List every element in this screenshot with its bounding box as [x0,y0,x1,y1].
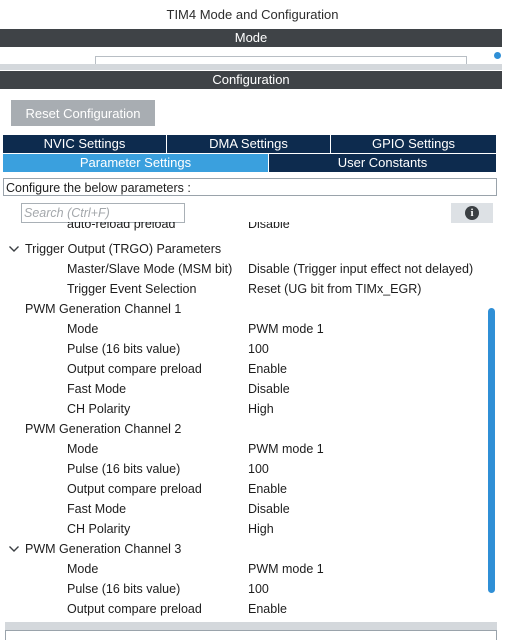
param-value[interactable]: High [248,399,274,419]
param-name: Output compare preload [67,602,202,616]
tree-group-row[interactable]: PWM Generation Channel 3 [0,539,487,559]
tree-param-row[interactable]: Output compare preload Enable [0,479,487,499]
param-name: Mode [67,562,99,576]
tree-group-row[interactable]: Trigger Output (TRGO) Parameters [0,239,487,259]
window-title: TIM4 Mode and Configuration [166,7,339,22]
search-input[interactable] [21,203,185,223]
param-name: CH Polarity [67,522,131,536]
param-value[interactable]: Reset (UG bit from TIMx_EGR) [248,279,421,299]
param-name: Mode [67,442,99,456]
param-name: Pulse (16 bits value) [67,342,181,356]
tree-param-row[interactable]: Fast Mode Disable [0,379,487,399]
param-name: Fast Mode [67,382,127,396]
tree-param-row[interactable]: Pulse (16 bits value) 100 [0,579,487,599]
param-value[interactable]: Disable [248,379,290,399]
param-value[interactable]: Enable [248,599,287,619]
param-value[interactable]: 100 [248,459,269,479]
description-panel [5,630,497,640]
tree-param-row[interactable]: CH Polarity High [0,399,487,419]
tree-param-row[interactable]: Trigger Event Selection Reset (UG bit fro… [0,279,487,299]
divider [0,64,502,70]
tree-param-row[interactable]: Pulse (16 bits value) 100 [0,459,487,479]
info-button[interactable]: i [451,203,493,223]
param-name: Fast Mode [67,502,127,516]
info-circle-icon: i [465,206,479,220]
param-name: Pulse (16 bits value) [67,462,181,476]
parameters-description: Configure the below parameters : [3,178,497,196]
chevron-down-icon[interactable] [8,239,20,259]
param-name: CH Polarity [67,402,131,416]
divider [5,622,497,630]
param-name: Output compare preload [67,482,202,496]
configuration-section-header: Configuration [0,71,502,89]
tab-parameter-settings[interactable]: Parameter Settings [3,154,269,172]
param-value[interactable]: Disable (Trigger input effect not delaye… [248,259,473,279]
param-value[interactable]: High [248,519,274,539]
tree-group-row[interactable]: PWM Generation Channel 2 [0,419,487,439]
param-name: Master/Slave Mode (MSM bit) [67,262,233,276]
tab-user-constants[interactable]: User Constants [269,154,496,172]
parameter-scrollbar-thumb[interactable] [488,308,495,593]
tree-group-row[interactable]: PWM Generation Channel 1 [0,299,487,319]
tree-param-row[interactable]: Output compare preload Enable [0,359,487,379]
tab-dma-settings[interactable]: DMA Settings [167,135,331,153]
param-value[interactable]: 100 [248,579,269,599]
mode-section-header[interactable]: Mode [0,29,502,47]
tree-param-row[interactable]: Mode PWM mode 1 [0,559,487,579]
tree-param-row[interactable]: Mode PWM mode 1 [0,319,487,339]
tree-group-title: Trigger Output (TRGO) Parameters [25,242,222,256]
param-value[interactable]: Disable [248,222,290,234]
chevron-down-icon[interactable] [8,539,20,559]
tree-group-title: PWM Generation Channel 1 [25,302,182,316]
param-name: Trigger Event Selection [67,282,197,296]
param-name: Mode [67,322,99,336]
param-value[interactable]: PWM mode 1 [248,439,324,459]
tree-param-row[interactable]: CH Polarity High [0,519,487,539]
tree-param-row[interactable]: Fast Mode Disable [0,499,487,519]
param-value[interactable]: Disable [248,499,290,519]
param-name: Output compare preload [67,362,202,376]
mode-scrollbar-thumb[interactable] [494,52,501,59]
tree-group-title: PWM Generation Channel 3 [25,542,182,556]
tree-param-row[interactable]: Output compare preload Enable [0,599,487,619]
param-value[interactable]: PWM mode 1 [248,319,324,339]
param-name: auto-reload preload [67,222,176,231]
tree-group-title: PWM Generation Channel 2 [25,422,182,436]
tab-gpio-settings[interactable]: GPIO Settings [331,135,496,153]
tab-nvic-settings[interactable]: NVIC Settings [3,135,167,153]
param-value[interactable]: Enable [248,359,287,379]
tree-param-row[interactable]: Mode PWM mode 1 [0,439,487,459]
param-value[interactable]: 100 [248,339,269,359]
param-name: Pulse (16 bits value) [67,582,181,596]
tree-param-row[interactable]: Pulse (16 bits value) 100 [0,339,487,359]
reset-configuration-button[interactable]: Reset Configuration [11,100,155,126]
param-value[interactable]: Enable [248,479,287,499]
parameter-tree: auto-reload preload Disable Trigger Outp… [0,222,487,622]
tree-param-row[interactable]: Master/Slave Mode (MSM bit) Disable (Trig… [0,259,487,279]
param-value[interactable]: PWM mode 1 [248,559,324,579]
